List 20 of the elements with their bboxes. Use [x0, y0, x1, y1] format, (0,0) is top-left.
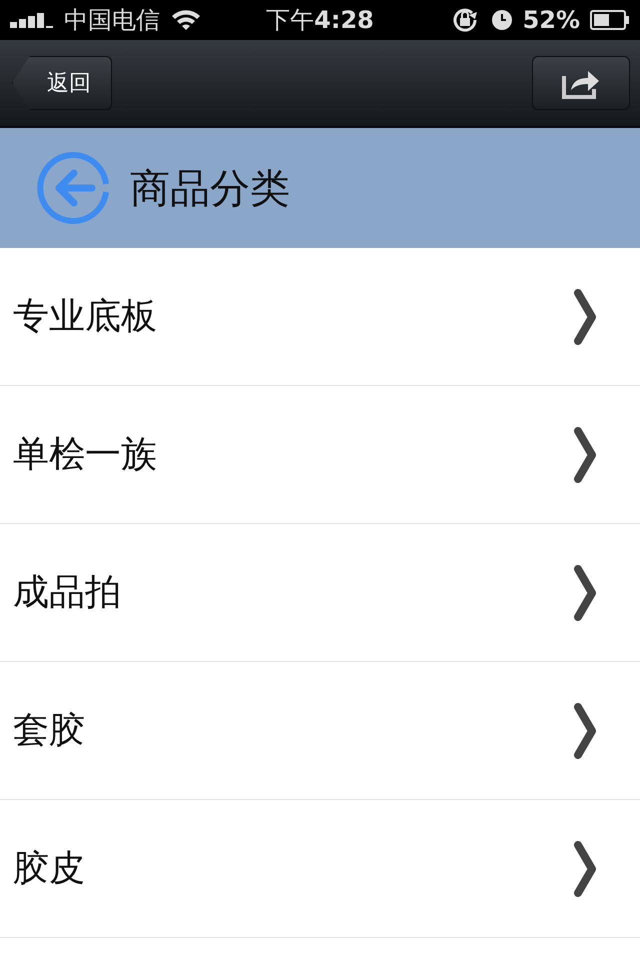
chevron-icon — [574, 564, 596, 620]
chevron-icon — [574, 840, 596, 896]
back-button[interactable]: 返回 — [12, 56, 112, 110]
chevron-icon — [574, 288, 596, 344]
chevron-icon — [574, 426, 596, 482]
category-label: 套胶 — [13, 709, 85, 753]
clock: 下午4:28 — [266, 5, 374, 36]
page-title: 商品分类 — [130, 164, 290, 214]
carrier-name: 中国电信 — [64, 5, 160, 36]
battery-icon — [590, 10, 630, 30]
wifi-icon — [170, 8, 202, 32]
category-label: 专业底板 — [13, 295, 157, 339]
alarm-icon — [490, 9, 513, 31]
share-button[interactable] — [532, 56, 630, 110]
category-label: 成品拍 — [13, 571, 121, 615]
battery-percent: 52% — [522, 6, 580, 34]
chevron-icon — [574, 702, 596, 758]
category-label: 胶皮 — [13, 847, 85, 891]
signal-icon — [10, 12, 54, 28]
category-label: 单桧一族 — [13, 433, 157, 477]
